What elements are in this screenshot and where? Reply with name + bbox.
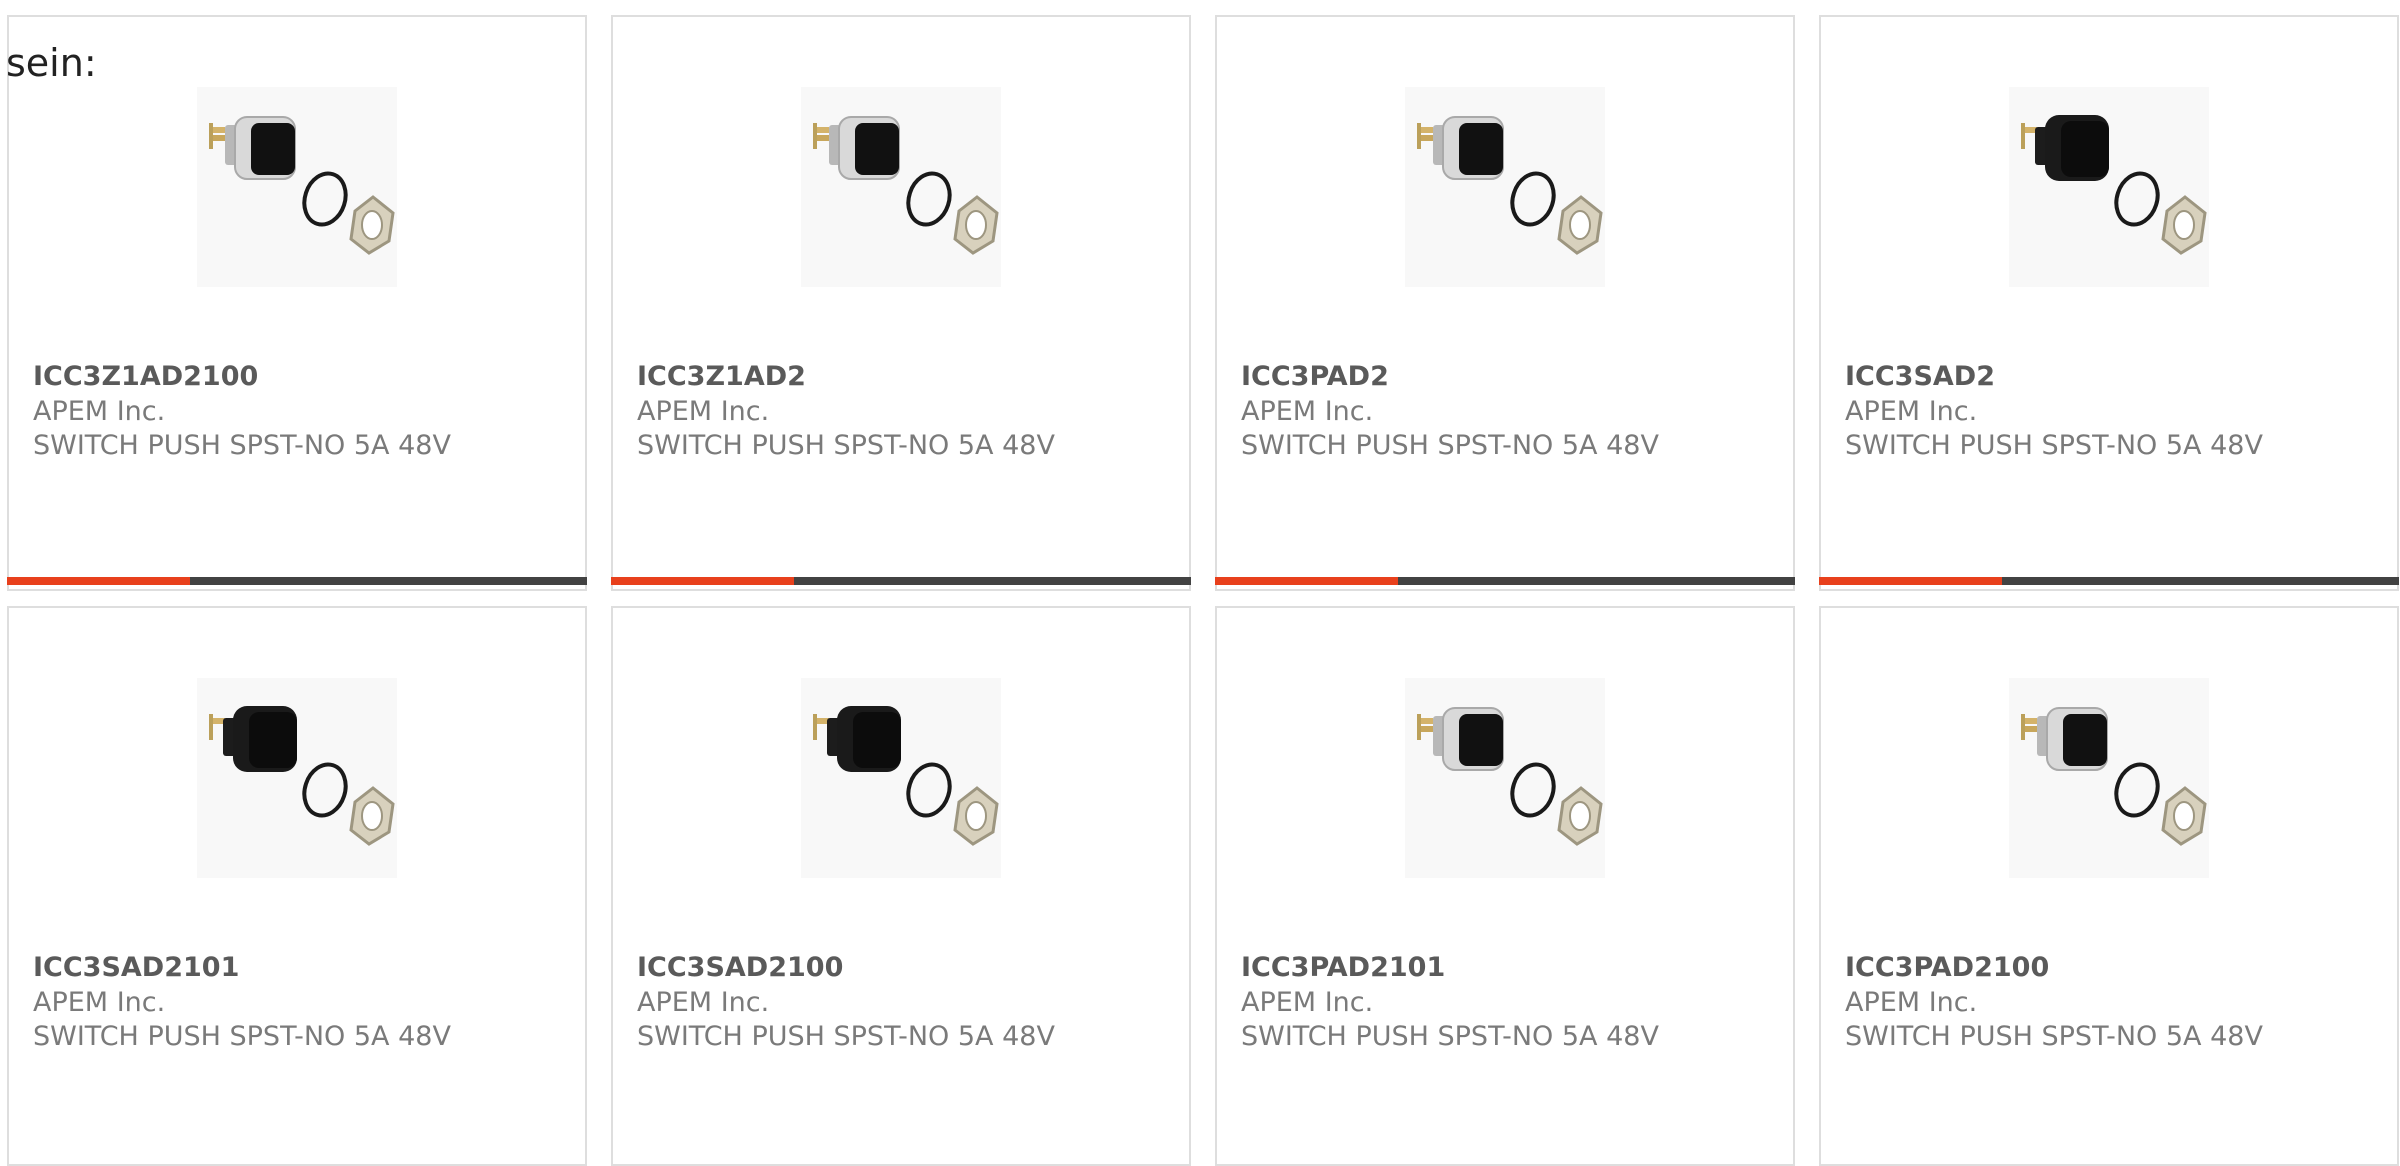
manufacturer: APEM Inc. xyxy=(637,396,770,427)
product-card[interactable]: ICC3SAD2101 APEM Inc. SWITCH PUSH SPST-N… xyxy=(7,606,587,1166)
part-number[interactable]: ICC3PAD2100 xyxy=(1845,951,2049,985)
switch-image-icon xyxy=(2019,706,2207,846)
product-image[interactable] xyxy=(801,87,1001,287)
product-card[interactable]: ICC3Z1AD2 APEM Inc. SWITCH PUSH SPST-NO … xyxy=(611,15,1191,591)
product-image[interactable] xyxy=(801,678,1001,878)
part-number[interactable]: ICC3Z1AD2100 xyxy=(33,360,258,394)
product-card[interactable]: ICC3SAD2100 APEM Inc. SWITCH PUSH SPST-N… xyxy=(611,606,1191,1166)
manufacturer: APEM Inc. xyxy=(33,987,166,1018)
product-image[interactable] xyxy=(1405,87,1605,287)
part-number[interactable]: ICC3SAD2 xyxy=(1845,360,1995,394)
switch-image-icon xyxy=(2019,113,2207,255)
intro-text: sein: xyxy=(6,41,97,85)
part-number[interactable]: ICC3PAD2 xyxy=(1241,360,1389,394)
card-footer-bar xyxy=(611,577,1191,585)
product-card[interactable]: ICC3PAD2101 APEM Inc. SWITCH PUSH SPST-N… xyxy=(1215,606,1795,1166)
card-accent-bar xyxy=(1819,577,2002,585)
card-accent-bar xyxy=(611,577,794,585)
manufacturer: APEM Inc. xyxy=(1845,987,1978,1018)
product-image[interactable] xyxy=(197,678,397,878)
card-footer-bar xyxy=(1819,577,2399,585)
manufacturer: APEM Inc. xyxy=(1241,396,1374,427)
description: SWITCH PUSH SPST-NO 5A 48V xyxy=(33,430,451,461)
product-image[interactable] xyxy=(2009,678,2209,878)
product-image[interactable] xyxy=(197,87,397,287)
description: SWITCH PUSH SPST-NO 5A 48V xyxy=(637,1021,1055,1052)
switch-image-icon xyxy=(207,704,395,846)
product-card[interactable]: ICC3PAD2 APEM Inc. SWITCH PUSH SPST-NO 5… xyxy=(1215,15,1795,591)
part-number[interactable]: ICC3PAD2101 xyxy=(1241,951,1445,985)
part-number[interactable]: ICC3Z1AD2 xyxy=(637,360,806,394)
manufacturer: APEM Inc. xyxy=(1845,396,1978,427)
product-card[interactable]: ICC3PAD2100 APEM Inc. SWITCH PUSH SPST-N… xyxy=(1819,606,2399,1166)
card-accent-bar xyxy=(7,577,190,585)
manufacturer: APEM Inc. xyxy=(33,396,166,427)
card-footer-bar xyxy=(1215,577,1795,585)
card-footer-bar xyxy=(7,577,587,585)
switch-image-icon xyxy=(207,115,395,255)
card-accent-bar xyxy=(1215,577,1398,585)
description: SWITCH PUSH SPST-NO 5A 48V xyxy=(33,1021,451,1052)
description: SWITCH PUSH SPST-NO 5A 48V xyxy=(1845,430,2263,461)
switch-image-icon xyxy=(1415,706,1603,846)
product-card[interactable]: ICC3SAD2 APEM Inc. SWITCH PUSH SPST-NO 5… xyxy=(1819,15,2399,591)
description: SWITCH PUSH SPST-NO 5A 48V xyxy=(1241,430,1659,461)
product-card[interactable]: ICC3Z1AD2100 APEM Inc. SWITCH PUSH SPST-… xyxy=(7,15,587,591)
switch-image-icon xyxy=(1415,115,1603,255)
part-number[interactable]: ICC3SAD2100 xyxy=(637,951,843,985)
product-image[interactable] xyxy=(1405,678,1605,878)
description: SWITCH PUSH SPST-NO 5A 48V xyxy=(637,430,1055,461)
description: SWITCH PUSH SPST-NO 5A 48V xyxy=(1845,1021,2263,1052)
switch-image-icon xyxy=(811,704,999,846)
manufacturer: APEM Inc. xyxy=(637,987,770,1018)
switch-image-icon xyxy=(811,115,999,255)
description: SWITCH PUSH SPST-NO 5A 48V xyxy=(1241,1021,1659,1052)
product-image[interactable] xyxy=(2009,87,2209,287)
manufacturer: APEM Inc. xyxy=(1241,987,1374,1018)
part-number[interactable]: ICC3SAD2101 xyxy=(33,951,239,985)
